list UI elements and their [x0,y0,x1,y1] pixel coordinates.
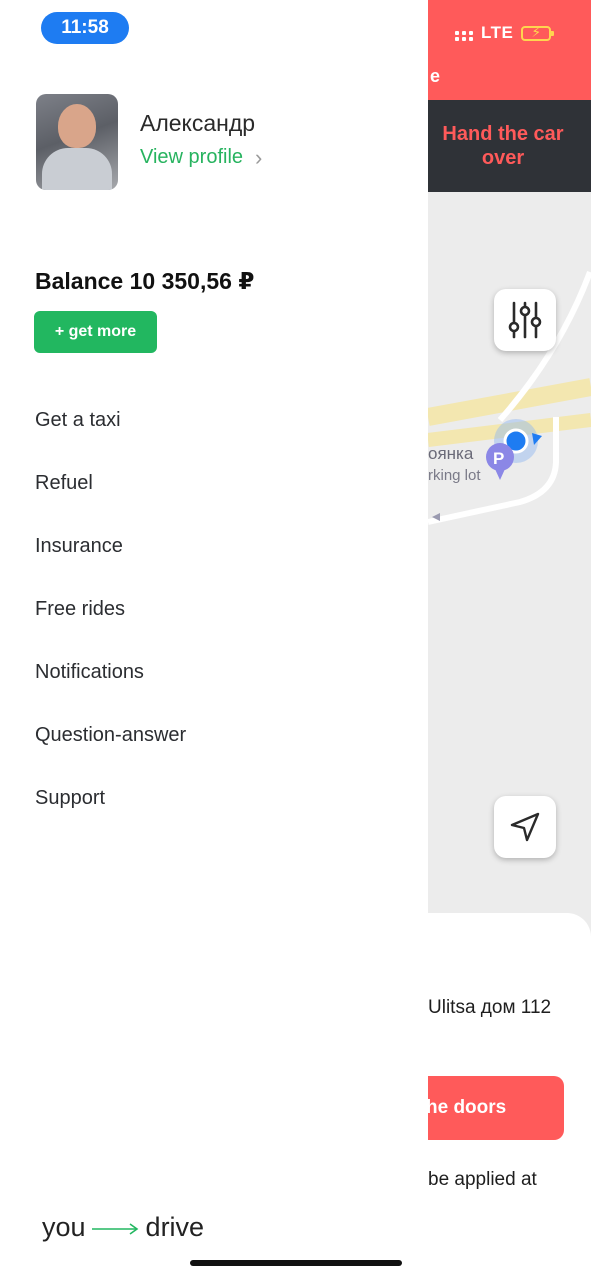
avatar[interactable] [36,94,118,190]
menu-item-free-rides[interactable]: Free rides [35,593,186,656]
logo-arrow-icon [91,1212,140,1243]
logo: you drive [42,1212,204,1243]
signal-icon [455,31,473,35]
address-text: Ulitsa дом 112 [428,997,552,1018]
get-more-button[interactable]: + get more [34,311,157,353]
logo-left: you [42,1212,86,1242]
map-label-parking-en: rking lot [428,467,481,484]
sliders-icon [508,301,542,339]
menu-item-insurance[interactable]: Insurance [35,530,186,593]
doors-button-label: he doors [426,1097,507,1118]
header-title-fragment: e [430,66,441,86]
filter-button[interactable] [494,289,556,351]
menu-item-notifications[interactable]: Notifications [35,656,186,719]
logo-right: drive [145,1212,205,1242]
status-time: 11:58 [41,12,129,44]
menu-item-question-answer[interactable]: Question-answer [35,719,186,782]
user-name: Александр [140,110,256,136]
side-drawer: 11:58 Александр View profile › Balance 1… [0,0,428,1280]
menu-item-support[interactable]: Support [35,782,186,845]
drawer-menu: Get a taxi Refuel Insurance Free rides N… [35,404,186,845]
network-label: LTE [481,23,514,42]
status-icons: LTE ⚡ [455,22,555,44]
info-text: be applied at [428,1169,537,1190]
hand-car-over-button[interactable]: Hand the car over [430,122,576,170]
screen: LTE ⚡ e Hand the car over P оянка rking … [0,0,591,1280]
navigation-arrow-icon [510,812,540,842]
battery-icon: ⚡ [521,25,555,41]
svg-text:P: P [493,449,504,468]
home-indicator[interactable] [190,1260,402,1266]
menu-item-get-a-taxi[interactable]: Get a taxi [35,404,186,467]
view-profile-link[interactable]: View profile › [140,146,262,169]
balance: Balance 10 350,56 ₽ [35,268,255,294]
view-profile-label: View profile [140,146,244,168]
menu-item-refuel[interactable]: Refuel [35,467,186,530]
chevron-right-icon: › [255,144,263,170]
my-location-button[interactable] [494,796,556,858]
map-label-parking-ru: оянка [428,444,474,463]
